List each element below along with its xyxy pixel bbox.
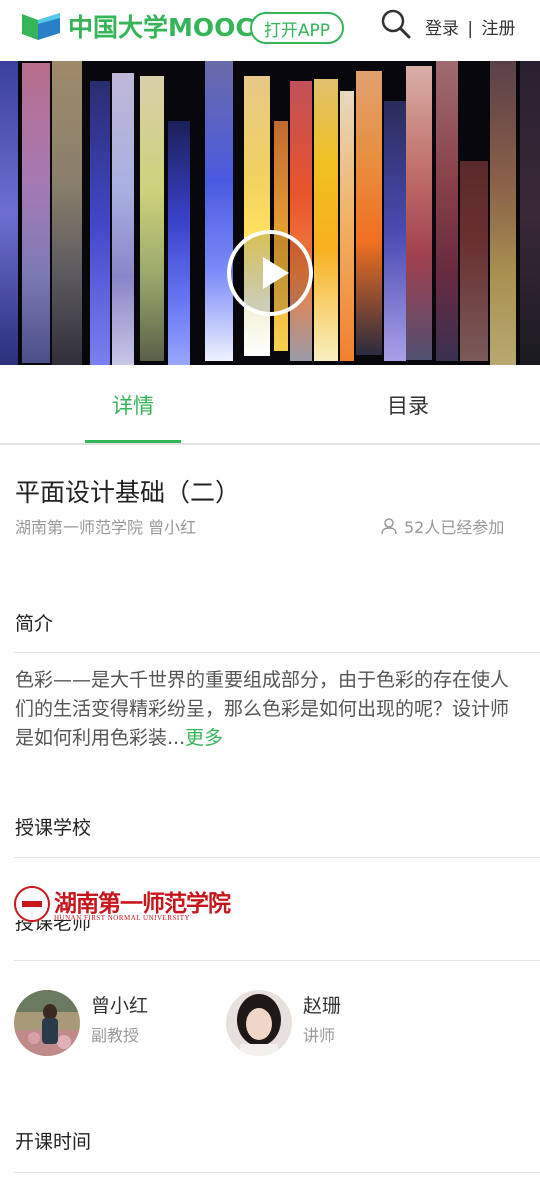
enrolled-count: 52人已经参加 bbox=[380, 514, 504, 538]
top-header: 中国大学MOOC 打开APP 登录 | 注册 bbox=[0, 0, 540, 60]
teacher-title: 副教授 bbox=[91, 1026, 140, 1045]
course-title: 平面设计基础（二） bbox=[15, 478, 241, 507]
mooc-logo-icon bbox=[22, 13, 60, 40]
divider bbox=[14, 857, 540, 858]
color-bar bbox=[490, 61, 516, 365]
enrolled-text: 52人已经参加 bbox=[404, 518, 505, 537]
logo-text: 中国大学MOOC bbox=[68, 13, 254, 42]
teacher-card[interactable]: 赵珊 讲师 bbox=[226, 990, 426, 1056]
user-icon bbox=[381, 518, 397, 535]
course-school-teacher[interactable]: 湖南第一师范学院 曾小红 bbox=[15, 514, 196, 538]
color-bar bbox=[356, 71, 382, 355]
play-icon bbox=[263, 257, 289, 289]
mooc-logo[interactable]: 中国大学MOOC bbox=[20, 10, 254, 42]
active-tab-indicator bbox=[85, 440, 181, 443]
school-logo[interactable]: 湖南第一师范学院 HUNAN FIRST NORMAL UNIVERSITY bbox=[14, 883, 231, 925]
color-bar bbox=[52, 61, 82, 365]
color-bar bbox=[340, 91, 354, 361]
intro-heading: 简介 bbox=[15, 613, 54, 635]
search-icon[interactable] bbox=[380, 8, 412, 40]
color-bar bbox=[460, 161, 488, 361]
color-bar bbox=[112, 73, 134, 365]
auth-separator: | bbox=[467, 19, 474, 39]
color-bar bbox=[0, 61, 18, 365]
color-bar bbox=[436, 61, 458, 361]
color-bar bbox=[205, 61, 233, 361]
color-bar bbox=[168, 121, 190, 365]
intro-text: 色彩——是大千世界的重要组成部分，由于色彩的存在使人们的生活变得精彩纷呈，那么色… bbox=[15, 669, 510, 749]
school-name-en: HUNAN FIRST NORMAL UNIVERSITY bbox=[54, 914, 191, 922]
teacher-name: 曾小红 bbox=[91, 995, 149, 1017]
divider bbox=[14, 652, 540, 653]
school-seal-icon bbox=[14, 886, 50, 922]
teacher-name: 赵珊 bbox=[303, 995, 342, 1017]
course-video-player[interactable] bbox=[0, 61, 540, 365]
register-link[interactable]: 注册 bbox=[482, 14, 516, 39]
login-link[interactable]: 登录 bbox=[425, 14, 459, 39]
auth-links: 登录 | 注册 bbox=[425, 14, 516, 39]
school-heading: 授课学校 bbox=[15, 817, 92, 839]
color-bar bbox=[90, 81, 110, 365]
play-button[interactable] bbox=[227, 230, 313, 316]
schedule-heading: 开课时间 bbox=[15, 1131, 92, 1153]
intro-text-block: 色彩——是大千世界的重要组成部分，由于色彩的存在使人们的生活变得精彩纷呈，那么色… bbox=[15, 666, 525, 753]
tab-detail[interactable]: 详情 bbox=[85, 365, 181, 445]
color-bar bbox=[22, 63, 50, 363]
teacher-title: 讲师 bbox=[303, 1026, 336, 1045]
avatar bbox=[14, 990, 80, 1056]
color-bar bbox=[384, 101, 406, 361]
color-bar bbox=[520, 61, 540, 365]
avatar bbox=[226, 990, 292, 1056]
teacher-card[interactable]: 曾小红 副教授 bbox=[14, 990, 214, 1056]
color-bar bbox=[290, 81, 312, 361]
divider bbox=[14, 960, 540, 961]
color-bar bbox=[140, 76, 164, 361]
color-bar bbox=[314, 79, 338, 361]
course-tabs: 详情 目录 bbox=[0, 365, 540, 445]
more-link[interactable]: 更多 bbox=[185, 727, 223, 749]
color-bar bbox=[406, 66, 432, 360]
divider bbox=[14, 1172, 540, 1173]
school-name: 湖南第一师范学院 bbox=[54, 890, 231, 917]
tab-catalog[interactable]: 目录 bbox=[360, 365, 456, 445]
open-app-button[interactable]: 打开APP bbox=[250, 12, 344, 44]
